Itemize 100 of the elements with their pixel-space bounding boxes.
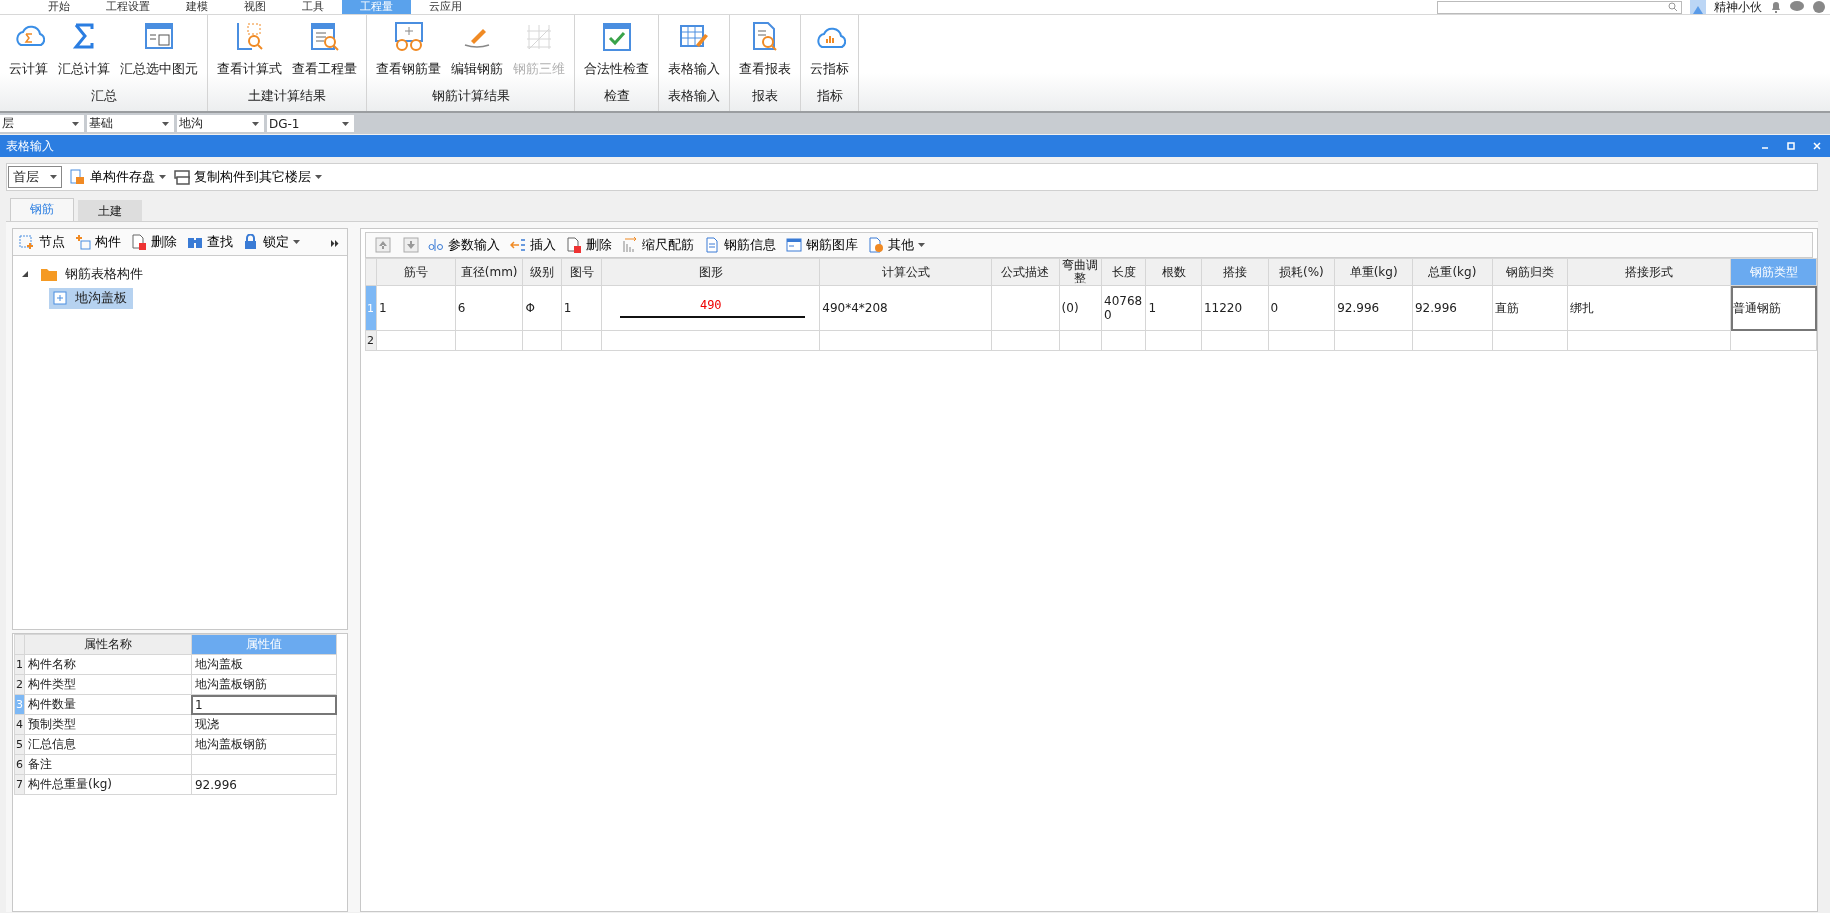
tree-item[interactable]: 地沟盖板 — [49, 287, 133, 309]
search-icon — [1668, 2, 1678, 12]
column-header[interactable]: 钢筋归类 — [1492, 258, 1568, 286]
tree-item[interactable]: 钢筋表格构件 — [37, 263, 149, 285]
column-header[interactable]: 图号 — [561, 258, 602, 286]
table-cell: 构件类型 — [24, 674, 192, 695]
toolbar-button[interactable]: 删除 — [129, 233, 183, 251]
group-label: 钢筋计算结果 — [430, 88, 511, 105]
menu-tab[interactable]: 视图 — [226, 0, 284, 14]
search-field[interactable] — [1437, 0, 1682, 14]
column-header[interactable]: 直径(mm) — [455, 258, 523, 286]
row-number: 3 — [14, 694, 25, 715]
table-cell — [1145, 330, 1202, 351]
table-cell — [1101, 330, 1146, 351]
menu-tab[interactable]: 工具 — [284, 0, 342, 14]
window-list-icon — [786, 237, 802, 253]
toolbar-button[interactable]: 钢筋图库 — [784, 236, 864, 254]
group-label: 土建计算结果 — [247, 88, 327, 105]
ribbon-button[interactable]: 云指标 — [805, 21, 854, 78]
toolbar-button[interactable]: 节点 — [17, 233, 71, 251]
column-header[interactable]: 损耗(%) — [1268, 258, 1335, 286]
table-cell — [455, 330, 523, 351]
table-cell: 407680 — [1101, 285, 1146, 331]
table-cell: 汇总信息 — [24, 734, 192, 755]
column-header[interactable]: 图形 — [601, 258, 820, 286]
dropdown-caret-icon — [252, 121, 259, 126]
group-label: 报表 — [751, 88, 779, 105]
toolbar-button[interactable]: 插入 — [508, 236, 562, 254]
text-cursor-icon — [428, 237, 444, 253]
column-header[interactable]: 弯曲调整 — [1059, 258, 1102, 286]
ribbon-button[interactable]: 云计算 — [4, 21, 53, 78]
toolbar-button[interactable]: 缩尺配筋 — [620, 236, 700, 254]
delete-icon — [566, 237, 582, 253]
scale-bars-icon — [622, 237, 638, 253]
table-cell: 绑扎 — [1567, 285, 1731, 331]
toolbar-button[interactable]: 删除 — [564, 236, 618, 254]
toolbar-button[interactable]: 复制构件到其它楼层 — [174, 168, 322, 186]
dimension-label: 490 — [698, 298, 723, 312]
table-cell: 11220 — [1201, 285, 1269, 331]
floor-dropdown[interactable]: 首层 — [8, 166, 62, 188]
menu-tab[interactable]: 建模 — [168, 0, 226, 14]
lock-icon — [243, 234, 259, 250]
component-add-icon — [75, 234, 91, 250]
dropdown[interactable]: 地沟 — [177, 115, 264, 132]
dropdown[interactable]: 基础 — [87, 115, 174, 132]
table-cell: 1 — [376, 285, 456, 331]
row-number: 4 — [14, 714, 25, 735]
column-header[interactable]: 计算公式 — [819, 258, 992, 286]
table-cell: 预制类型 — [24, 714, 192, 735]
ribbon-button[interactable]: 编辑钢筋 — [446, 21, 508, 78]
ribbon-button[interactable]: 汇总计算 — [53, 21, 115, 78]
column-header[interactable]: 长度 — [1101, 258, 1146, 286]
table-cell: 0 — [1268, 285, 1335, 331]
input-field[interactable]: 普通钢筋 — [1730, 285, 1817, 331]
collapse-triangle-icon[interactable] — [21, 270, 29, 278]
ribbon-button[interactable]: 合法性检查 — [579, 21, 654, 78]
table-cell — [523, 330, 562, 351]
dropdown[interactable]: 层 — [0, 115, 84, 132]
toolbar-button[interactable]: 钢筋信息 — [702, 236, 782, 254]
menu-tab[interactable]: 云应用 — [411, 0, 480, 14]
table-cell: 备注 — [24, 754, 192, 775]
tab[interactable]: 土建 — [78, 200, 142, 221]
toolbar-button[interactable]: 查找 — [185, 233, 239, 251]
input-field[interactable]: 1 — [191, 694, 337, 715]
table-cell: 地沟盖板钢筋 — [191, 674, 337, 695]
toolbar-button[interactable]: 锁定 — [241, 233, 306, 251]
ribbon-button[interactable]: 查看报表 — [734, 21, 796, 78]
table-cell — [991, 330, 1060, 351]
column-header[interactable]: 筋号 — [376, 258, 456, 286]
table-cell: 92.996 — [1334, 285, 1413, 331]
ribbon-button[interactable]: 表格输入 — [663, 21, 725, 78]
ribbon-button[interactable]: 查看计算式 — [212, 21, 287, 78]
toolbar-button[interactable]: 参数输入 — [426, 236, 506, 254]
dropdown-caret-icon — [50, 175, 57, 179]
table-cell: 构件总重量(kg) — [24, 774, 192, 795]
group-label: 表格输入 — [667, 88, 721, 105]
column-header[interactable]: 根数 — [1145, 258, 1202, 286]
table-cell — [991, 285, 1060, 331]
toolbar-button[interactable]: 构件 — [73, 233, 127, 251]
dropdown-caret-icon — [159, 175, 166, 179]
column-header[interactable]: 级别 — [523, 258, 562, 286]
column-header[interactable]: 搭接形式 — [1567, 258, 1731, 286]
toolbar-button[interactable]: 单构件存盘 — [70, 168, 166, 186]
column-header[interactable]: 搭接 — [1201, 258, 1269, 286]
window-title: 表格输入 — [6, 137, 54, 155]
chat-icon — [1790, 1, 1804, 13]
save-disk-icon — [70, 169, 86, 185]
toolbar-button[interactable]: 其他 — [866, 236, 931, 254]
ribbon-button[interactable]: 查看钢筋量 — [371, 21, 446, 78]
column-header[interactable]: 单重(kg) — [1334, 258, 1413, 286]
ribbon-button[interactable]: 查看工程量 — [287, 21, 362, 78]
menu-tab[interactable]: 工程设置 — [88, 0, 168, 14]
dropdown[interactable]: DG-1 — [267, 115, 354, 132]
menu-tab[interactable]: 开始 — [30, 0, 88, 14]
group-label: 汇总 — [89, 88, 118, 105]
tab[interactable]: 钢筋 — [10, 198, 74, 221]
column-header[interactable]: 公式描述 — [991, 258, 1060, 286]
ribbon-button[interactable]: 汇总选中图元 — [115, 21, 203, 78]
maximize-icon — [1786, 141, 1796, 151]
column-header[interactable]: 总重(kg) — [1412, 258, 1493, 286]
